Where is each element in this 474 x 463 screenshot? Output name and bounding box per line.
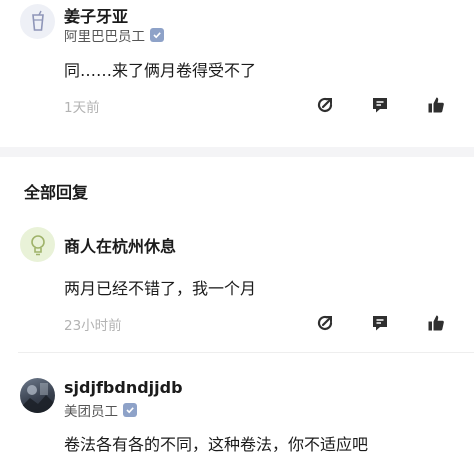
cup-avatar-icon bbox=[31, 10, 44, 31]
photo-avatar-icon bbox=[20, 383, 55, 413]
share-icon bbox=[317, 97, 333, 113]
company-tag: 美团员工 bbox=[64, 400, 137, 420]
timestamp: 1天前 bbox=[64, 100, 100, 116]
bulb-avatar-icon bbox=[30, 234, 45, 255]
comment-thread: 姜子牙亚 阿里巴巴员工 同……来了俩月卷得受不了 1天前 全部回复 商人在杭州休… bbox=[0, 0, 474, 463]
like-button[interactable] bbox=[426, 95, 446, 115]
comment-icon bbox=[373, 316, 387, 331]
company-label: 阿里巴巴员工 bbox=[64, 29, 145, 45]
share-button[interactable] bbox=[315, 313, 335, 333]
comment-text: 卷法各有各的不同，这种卷法，你不适应吧 bbox=[64, 435, 369, 454]
author-name[interactable]: sjdjfbdndjjdb bbox=[64, 378, 183, 397]
reply-button[interactable] bbox=[370, 313, 390, 333]
like-icon bbox=[428, 315, 444, 331]
avatar[interactable] bbox=[20, 227, 55, 262]
author-name[interactable]: 姜子牙亚 bbox=[64, 3, 128, 27]
avatar[interactable] bbox=[20, 378, 55, 413]
comment-icon bbox=[373, 98, 387, 113]
avatar[interactable] bbox=[20, 4, 55, 39]
comment-text: 两月已经不错了，我一个月 bbox=[64, 279, 257, 298]
verified-badge-icon bbox=[123, 403, 137, 417]
author-name[interactable]: 商人在杭州休息 bbox=[64, 233, 176, 257]
share-button[interactable] bbox=[315, 95, 335, 115]
section-title: 全部回复 bbox=[24, 183, 89, 202]
company-tag: 阿里巴巴员工 bbox=[64, 25, 164, 45]
reply-separator bbox=[18, 352, 474, 353]
like-icon bbox=[428, 97, 444, 113]
verified-badge-icon bbox=[150, 28, 164, 42]
company-label: 美团员工 bbox=[64, 404, 118, 420]
section-divider bbox=[0, 147, 474, 157]
like-button[interactable] bbox=[426, 313, 446, 333]
comment-text: 同……来了俩月卷得受不了 bbox=[64, 61, 257, 80]
timestamp: 23小时前 bbox=[64, 318, 122, 334]
reply-button[interactable] bbox=[370, 95, 390, 115]
share-icon bbox=[317, 315, 333, 331]
